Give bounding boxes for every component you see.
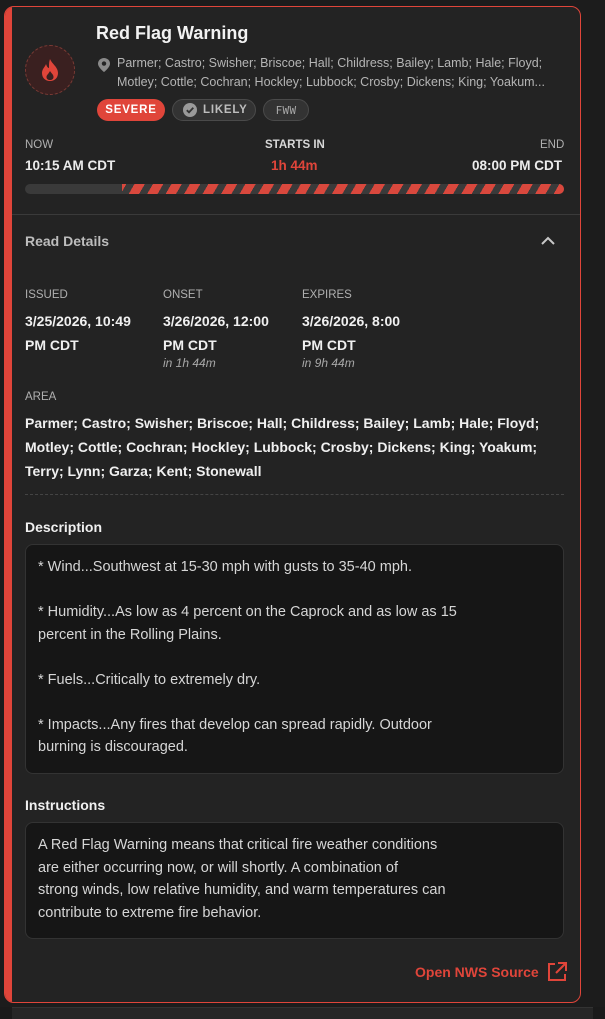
areas-summary-line: Parmer; Castro; Swisher; Briscoe; Hall; … (117, 56, 543, 70)
expires-time: PM CDT (302, 337, 356, 353)
end-label: END (540, 139, 565, 151)
issued-value: 3/25/2026, 10:49 PM CDT (25, 309, 155, 357)
onset-value: 3/26/2026, 12:00 PM CDT (163, 309, 293, 357)
severity-badge: SEVERE (97, 99, 165, 121)
end-time: 08:00 PM CDT (472, 158, 563, 173)
section-divider (12, 214, 580, 215)
open-nws-source-label[interactable]: Open NWS Source (415, 964, 539, 980)
issued-time: PM CDT (25, 337, 79, 353)
area-line: Parmer; Castro; Swisher; Briscoe; Hall; … (25, 415, 540, 431)
instructions-line: are either occurring now, or will shortl… (38, 859, 398, 876)
starts-in-value: 1h 44m (271, 158, 318, 173)
issued-date: 3/25/2026, 10:49 (25, 313, 131, 329)
certainty-badge: LIKELY (172, 99, 256, 121)
description-line: * Impacts...Any fires that develop can s… (38, 716, 432, 733)
external-link-icon[interactable] (546, 961, 568, 983)
description-line: burning is discouraged. (38, 739, 188, 755)
description-fuels: * Fuels...Critically to extremely dry. (38, 671, 261, 688)
severity-accent-bar (5, 7, 12, 1002)
description-box: * Wind...Southwest at 15-30 mph with gus… (25, 544, 564, 774)
chevron-up-icon[interactable] (540, 235, 556, 247)
alert-timeline-bar (25, 184, 564, 194)
affected-areas-summary: Parmer; Castro; Swisher; Briscoe; Hall; … (117, 54, 569, 92)
now-time: 10:15 AM CDT (25, 158, 116, 173)
areas-summary-line: Motley; Cottle; Cochran; Hockley; Lubboc… (117, 75, 545, 89)
area-label: AREA (25, 391, 57, 403)
alert-title: Red Flag Warning (96, 23, 249, 43)
area-list: Parmer; Castro; Swisher; Briscoe; Hall; … (25, 411, 555, 483)
active-period-stripes (122, 184, 564, 194)
description-impacts: * Impacts...Any fires that develop can s… (38, 714, 551, 759)
issued-label: ISSUED (25, 289, 68, 301)
expires-relative: in 9h 44m (302, 356, 355, 370)
location-pin-icon (98, 58, 110, 72)
next-card-top (12, 1007, 593, 1019)
instructions-line: strong winds, low relative humidity, and… (38, 882, 446, 898)
expires-value: 3/26/2026, 8:00 PM CDT (302, 309, 432, 357)
instructions-line: contribute to extreme fire behavior. (38, 904, 262, 921)
certainty-label: LIKELY (203, 104, 248, 116)
verified-check-icon (183, 103, 197, 117)
next-card-edge (0, 1007, 605, 1019)
description-humidity: * Humidity...As low as 4 percent on the … (38, 601, 551, 646)
instructions-heading: Instructions (25, 797, 106, 813)
instructions-line: A Red Flag Warning means that critical f… (38, 837, 438, 853)
onset-time: PM CDT (163, 337, 217, 353)
description-line: percent in the Rolling Plains. (38, 626, 222, 643)
onset-relative: in 1h 44m (163, 356, 216, 370)
onset-date: 3/26/2026, 12:00 (163, 313, 269, 329)
onset-label: ONSET (163, 289, 203, 301)
starts-in-label: STARTS IN (265, 139, 325, 151)
description-heading: Description (25, 519, 103, 535)
open-nws-source-link[interactable]: Open NWS Source (415, 961, 568, 983)
description-wind: * Wind...Southwest at 15-30 mph with gus… (38, 559, 412, 575)
alert-card: Red Flag Warning Parmer; Castro; Swisher… (4, 6, 581, 1003)
read-details-toggle[interactable]: Read Details (25, 233, 109, 249)
area-line: Motley; Cottle; Cochran; Hockley; Lubboc… (25, 439, 538, 455)
description-line: * Humidity...As low as 4 percent on the … (38, 604, 457, 620)
now-label: NOW (25, 139, 54, 151)
fire-icon (25, 45, 75, 95)
expires-label: EXPIRES (302, 289, 352, 301)
area-line: Terry; Lynn; Garza; Kent; Stonewall (25, 463, 262, 479)
dashed-divider (25, 494, 564, 495)
instructions-box: A Red Flag Warning means that critical f… (25, 822, 564, 939)
expires-date: 3/26/2026, 8:00 (302, 313, 401, 329)
event-code-badge: FWW (263, 99, 309, 121)
